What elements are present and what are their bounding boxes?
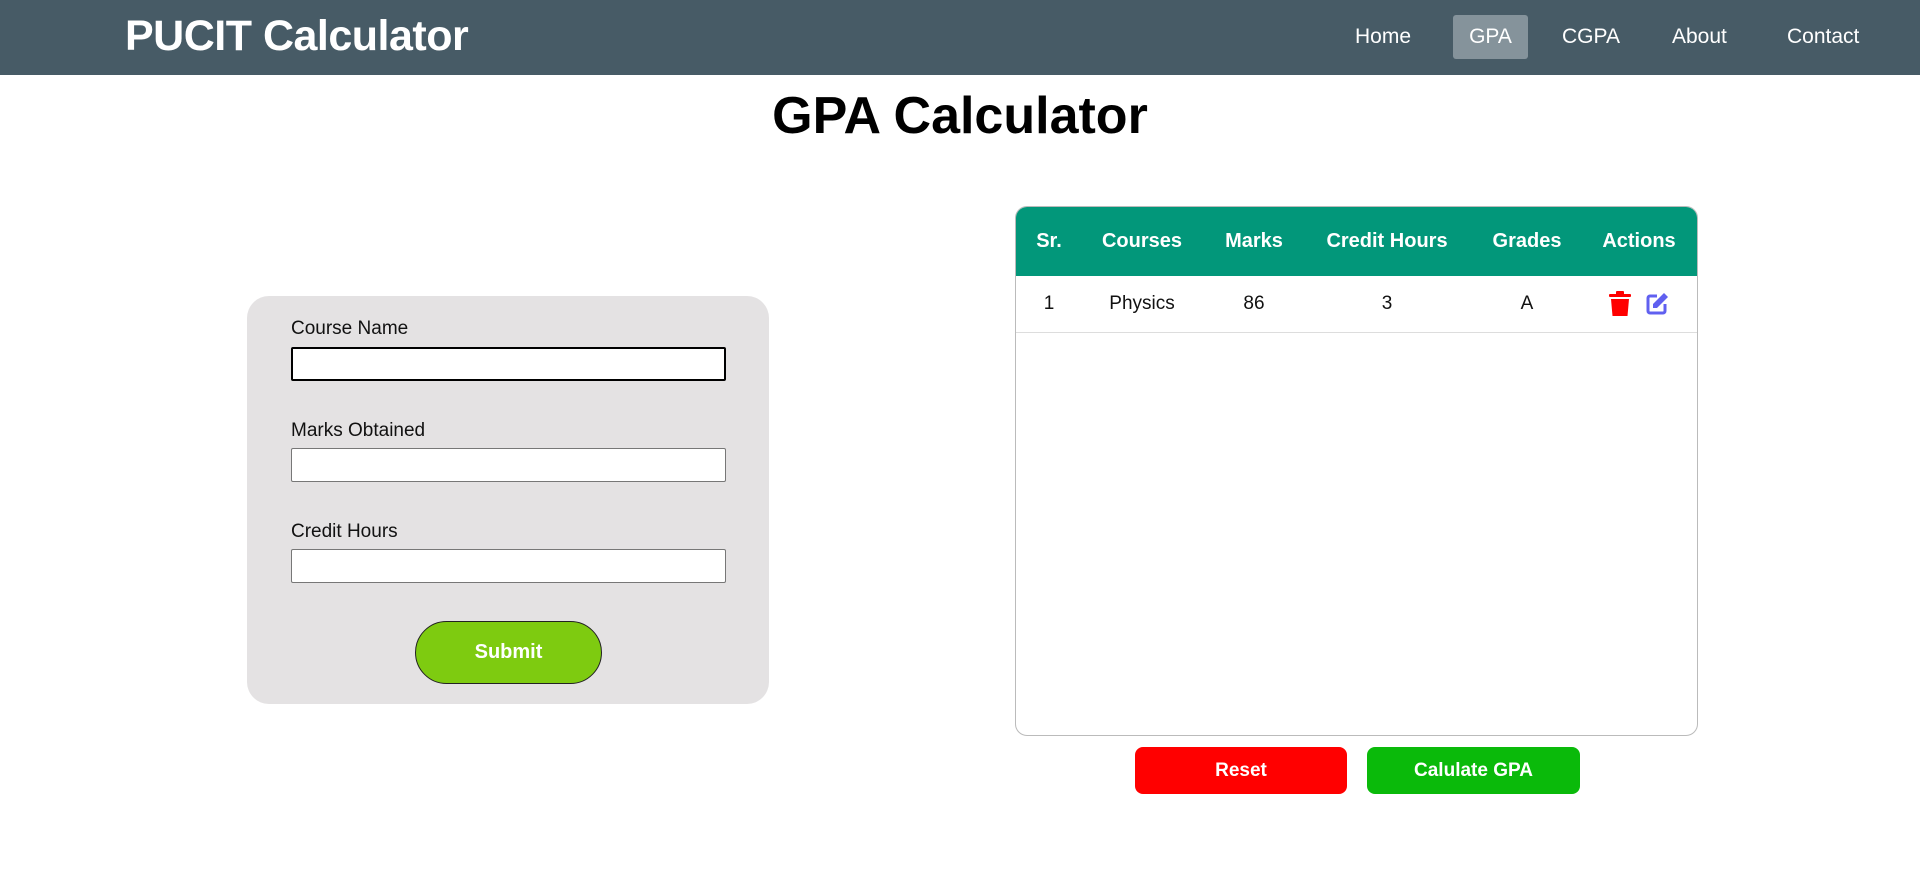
cell-sr: 1: [1043, 293, 1055, 314]
table-row: 1 Physics 86 3 A: [1016, 276, 1697, 333]
cell-actions: [1609, 276, 1669, 332]
nav-contact[interactable]: Contact: [1772, 15, 1874, 59]
nav-about[interactable]: About: [1657, 15, 1742, 59]
col-actions: Actions: [1602, 230, 1676, 252]
credit-hours-label: Credit Hours: [291, 521, 398, 542]
nav-cgpa[interactable]: CGPA: [1547, 15, 1635, 59]
cell-marks: 86: [1243, 293, 1265, 314]
cell-credit: 3: [1381, 293, 1393, 314]
calculate-gpa-button[interactable]: Calulate GPA: [1367, 747, 1580, 794]
col-marks: Marks: [1225, 230, 1283, 252]
top-navbar: PUCIT Calculator Home GPA CGPA About Con…: [0, 0, 1920, 75]
table-header: Sr. Courses Marks Credit Hours Grades Ac…: [1016, 207, 1697, 276]
col-credit-hours: Credit Hours: [1326, 230, 1448, 252]
edit-icon[interactable]: [1645, 292, 1669, 316]
course-form: Course Name Marks Obtained Credit Hours …: [247, 296, 769, 704]
cell-grade: A: [1520, 293, 1534, 314]
course-name-input[interactable]: [291, 347, 726, 381]
courses-table: Sr. Courses Marks Credit Hours Grades Ac…: [1015, 206, 1698, 736]
nav-home[interactable]: Home: [1340, 15, 1426, 59]
nav-gpa[interactable]: GPA: [1453, 15, 1528, 59]
col-grades: Grades: [1492, 230, 1562, 252]
course-name-label: Course Name: [291, 318, 409, 339]
col-courses: Courses: [1101, 230, 1183, 252]
page-title: GPA Calculator: [772, 87, 1148, 145]
submit-button[interactable]: Submit: [415, 621, 602, 684]
credit-hours-input[interactable]: [291, 549, 726, 583]
cell-course: Physics: [1109, 293, 1175, 314]
col-sr: Sr.: [1036, 230, 1062, 252]
delete-icon[interactable]: [1609, 291, 1631, 317]
logo[interactable]: PUCIT Calculator: [125, 12, 469, 61]
marks-input[interactable]: [291, 448, 726, 482]
reset-button[interactable]: Reset: [1135, 747, 1347, 794]
marks-label: Marks Obtained: [291, 420, 426, 441]
